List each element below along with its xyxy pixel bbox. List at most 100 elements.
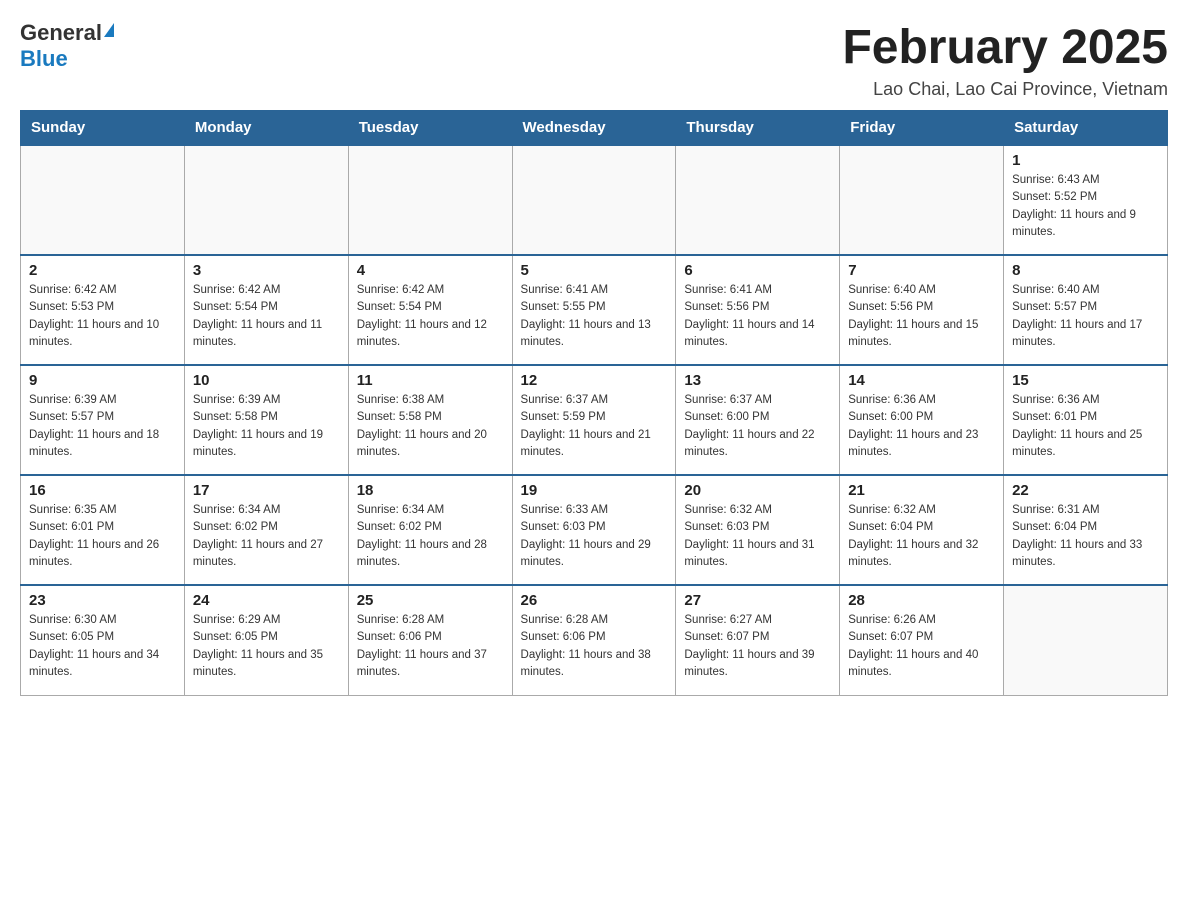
day-number: 21	[848, 482, 995, 499]
calendar-cell: 2 Sunrise: 6:42 AM Sunset: 5:53 PM Daylig…	[21, 255, 185, 365]
week-row-3: 9 Sunrise: 6:39 AM Sunset: 5:57 PM Daylig…	[21, 365, 1168, 475]
day-number: 7	[848, 262, 995, 279]
weekday-header-monday: Monday	[184, 111, 348, 146]
calendar-cell: 1 Sunrise: 6:43 AM Sunset: 5:52 PM Daylig…	[1004, 145, 1168, 255]
day-info: Sunrise: 6:28 AM Sunset: 6:06 PM Dayligh…	[357, 612, 504, 681]
day-info: Sunrise: 6:37 AM Sunset: 6:00 PM Dayligh…	[684, 392, 831, 461]
calendar-cell: 7 Sunrise: 6:40 AM Sunset: 5:56 PM Daylig…	[840, 255, 1004, 365]
calendar-cell: 3Sunrise: 6:42 AM Sunset: 5:54 PM Daylig…	[184, 255, 348, 365]
calendar-cell: 16Sunrise: 6:35 AM Sunset: 6:01 PM Dayli…	[21, 475, 185, 585]
calendar-cell: 17 Sunrise: 6:34 AM Sunset: 6:02 PM Dayli…	[184, 475, 348, 585]
day-info: Sunrise: 6:38 AM Sunset: 5:58 PM Dayligh…	[357, 392, 504, 461]
day-info: Sunrise: 6:37 AM Sunset: 5:59 PM Dayligh…	[521, 392, 668, 461]
day-info: Sunrise: 6:34 AM Sunset: 6:02 PM Dayligh…	[193, 502, 340, 571]
day-number: 5	[521, 262, 668, 279]
weekday-header-thursday: Thursday	[676, 111, 840, 146]
calendar-cell: 5 Sunrise: 6:41 AM Sunset: 5:55 PM Daylig…	[512, 255, 676, 365]
calendar-cell	[676, 145, 840, 255]
day-info: Sunrise: 6:42 AM Sunset: 5:53 PM Dayligh…	[29, 282, 176, 351]
calendar-cell	[840, 145, 1004, 255]
day-number: 22	[1012, 482, 1159, 499]
day-number: 18	[357, 482, 504, 499]
calendar-cell: 9 Sunrise: 6:39 AM Sunset: 5:57 PM Daylig…	[21, 365, 185, 475]
day-number: 26	[521, 592, 668, 609]
day-info: Sunrise: 6:26 AM Sunset: 6:07 PM Dayligh…	[848, 612, 995, 681]
day-number: 15	[1012, 372, 1159, 389]
day-number: 9	[29, 372, 176, 389]
week-row-1: 1 Sunrise: 6:43 AM Sunset: 5:52 PM Daylig…	[21, 145, 1168, 255]
weekday-header-wednesday: Wednesday	[512, 111, 676, 146]
location-text: Lao Chai, Lao Cai Province, Vietnam	[842, 79, 1168, 100]
day-info: Sunrise: 6:40 AM Sunset: 5:56 PM Dayligh…	[848, 282, 995, 351]
calendar-cell: 23 Sunrise: 6:30 AM Sunset: 6:05 PM Dayli…	[21, 585, 185, 695]
week-row-5: 23 Sunrise: 6:30 AM Sunset: 6:05 PM Dayli…	[21, 585, 1168, 695]
day-number: 6	[684, 262, 831, 279]
day-info: Sunrise: 6:32 AM Sunset: 6:03 PM Dayligh…	[684, 502, 831, 571]
calendar-cell: 4Sunrise: 6:42 AM Sunset: 5:54 PM Daylig…	[348, 255, 512, 365]
day-info: Sunrise: 6:32 AM Sunset: 6:04 PM Dayligh…	[848, 502, 995, 571]
calendar-cell	[512, 145, 676, 255]
day-number: 28	[848, 592, 995, 609]
day-info: Sunrise: 6:42 AM Sunset: 5:54 PM Dayligh…	[193, 282, 340, 351]
day-number: 23	[29, 592, 176, 609]
day-info: Sunrise: 6:33 AM Sunset: 6:03 PM Dayligh…	[521, 502, 668, 571]
day-info: Sunrise: 6:30 AM Sunset: 6:05 PM Dayligh…	[29, 612, 176, 681]
calendar-cell: 15 Sunrise: 6:36 AM Sunset: 6:01 PM Dayli…	[1004, 365, 1168, 475]
day-number: 14	[848, 372, 995, 389]
calendar-cell	[21, 145, 185, 255]
day-number: 24	[193, 592, 340, 609]
weekday-header-row: SundayMondayTuesdayWednesdayThursdayFrid…	[21, 111, 1168, 146]
week-row-4: 16Sunrise: 6:35 AM Sunset: 6:01 PM Dayli…	[21, 475, 1168, 585]
day-info: Sunrise: 6:36 AM Sunset: 6:01 PM Dayligh…	[1012, 392, 1159, 461]
calendar-cell	[1004, 585, 1168, 695]
calendar-cell: 22 Sunrise: 6:31 AM Sunset: 6:04 PM Dayli…	[1004, 475, 1168, 585]
calendar-cell: 10 Sunrise: 6:39 AM Sunset: 5:58 PM Dayli…	[184, 365, 348, 475]
day-info: Sunrise: 6:31 AM Sunset: 6:04 PM Dayligh…	[1012, 502, 1159, 571]
day-number: 1	[1012, 152, 1159, 169]
logo: General Blue	[20, 20, 114, 72]
weekday-header-saturday: Saturday	[1004, 111, 1168, 146]
logo-triangle-icon	[104, 23, 114, 37]
calendar-table: SundayMondayTuesdayWednesdayThursdayFrid…	[20, 110, 1168, 696]
day-number: 12	[521, 372, 668, 389]
day-info: Sunrise: 6:40 AM Sunset: 5:57 PM Dayligh…	[1012, 282, 1159, 351]
calendar-cell: 21 Sunrise: 6:32 AM Sunset: 6:04 PM Dayli…	[840, 475, 1004, 585]
day-number: 10	[193, 372, 340, 389]
calendar-cell: 12 Sunrise: 6:37 AM Sunset: 5:59 PM Dayli…	[512, 365, 676, 475]
calendar-cell: 11 Sunrise: 6:38 AM Sunset: 5:58 PM Dayli…	[348, 365, 512, 475]
calendar-cell: 24 Sunrise: 6:29 AM Sunset: 6:05 PM Dayli…	[184, 585, 348, 695]
day-number: 19	[521, 482, 668, 499]
day-info: Sunrise: 6:42 AM Sunset: 5:54 PM Dayligh…	[357, 282, 504, 351]
day-info: Sunrise: 6:43 AM Sunset: 5:52 PM Dayligh…	[1012, 172, 1159, 241]
day-info: Sunrise: 6:29 AM Sunset: 6:05 PM Dayligh…	[193, 612, 340, 681]
calendar-cell: 13 Sunrise: 6:37 AM Sunset: 6:00 PM Dayli…	[676, 365, 840, 475]
day-number: 17	[193, 482, 340, 499]
day-number: 8	[1012, 262, 1159, 279]
calendar-cell: 14Sunrise: 6:36 AM Sunset: 6:00 PM Dayli…	[840, 365, 1004, 475]
logo-general-text: General	[20, 20, 102, 46]
day-number: 25	[357, 592, 504, 609]
weekday-header-friday: Friday	[840, 111, 1004, 146]
day-info: Sunrise: 6:39 AM Sunset: 5:58 PM Dayligh…	[193, 392, 340, 461]
day-info: Sunrise: 6:28 AM Sunset: 6:06 PM Dayligh…	[521, 612, 668, 681]
day-info: Sunrise: 6:39 AM Sunset: 5:57 PM Dayligh…	[29, 392, 176, 461]
day-number: 13	[684, 372, 831, 389]
day-number: 27	[684, 592, 831, 609]
day-info: Sunrise: 6:41 AM Sunset: 5:55 PM Dayligh…	[521, 282, 668, 351]
week-row-2: 2 Sunrise: 6:42 AM Sunset: 5:53 PM Daylig…	[21, 255, 1168, 365]
title-block: February 2025 Lao Chai, Lao Cai Province…	[842, 20, 1168, 100]
calendar-cell: 27 Sunrise: 6:27 AM Sunset: 6:07 PM Dayli…	[676, 585, 840, 695]
day-info: Sunrise: 6:35 AM Sunset: 6:01 PM Dayligh…	[29, 502, 176, 571]
day-info: Sunrise: 6:27 AM Sunset: 6:07 PM Dayligh…	[684, 612, 831, 681]
weekday-header-sunday: Sunday	[21, 111, 185, 146]
day-info: Sunrise: 6:34 AM Sunset: 6:02 PM Dayligh…	[357, 502, 504, 571]
calendar-cell: 6Sunrise: 6:41 AM Sunset: 5:56 PM Daylig…	[676, 255, 840, 365]
logo-blue-text: Blue	[20, 46, 68, 71]
calendar-cell	[184, 145, 348, 255]
calendar-cell	[348, 145, 512, 255]
page-header: General Blue February 2025 Lao Chai, Lao…	[20, 20, 1168, 100]
calendar-cell: 20 Sunrise: 6:32 AM Sunset: 6:03 PM Dayli…	[676, 475, 840, 585]
day-number: 2	[29, 262, 176, 279]
day-number: 11	[357, 372, 504, 389]
day-number: 20	[684, 482, 831, 499]
